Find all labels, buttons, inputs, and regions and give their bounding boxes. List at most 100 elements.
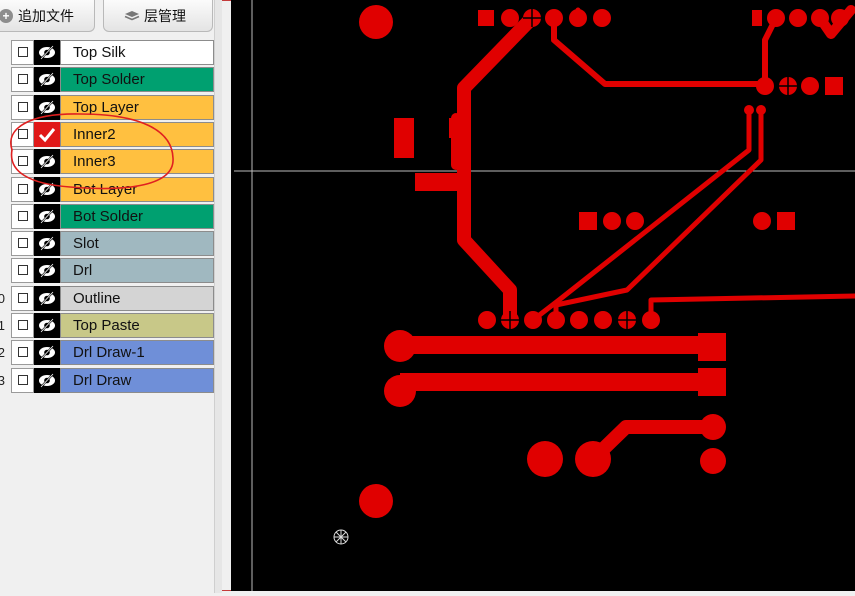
- pad: [698, 368, 726, 396]
- pad: [752, 10, 762, 26]
- layer-checkbox[interactable]: [18, 47, 28, 57]
- layer-checkbox-cell: [11, 176, 34, 202]
- layer-name: Drl Draw: [60, 367, 214, 393]
- eye-icon[interactable]: [34, 176, 60, 202]
- layer-row[interactable]: Bot Layer: [0, 176, 214, 204]
- eye-icon[interactable]: [34, 313, 60, 338]
- layer-row[interactable]: Top Layer: [0, 94, 214, 122]
- layer-name: Top Solder: [60, 67, 214, 93]
- pad: [570, 311, 588, 329]
- pcb-view[interactable]: [231, 0, 855, 591]
- pad: [594, 311, 612, 329]
- layer-name: Top Paste: [60, 313, 214, 338]
- eye-icon[interactable]: [34, 149, 60, 175]
- layer-name: Bot Layer: [60, 176, 214, 202]
- layer-checkbox-cell: [11, 231, 34, 257]
- pad: [753, 212, 771, 230]
- layer-checkbox-cell: [11, 340, 34, 366]
- pad: [825, 77, 843, 95]
- layer-checkbox-cell: [11, 149, 34, 175]
- layer-row[interactable]: Inner3: [0, 149, 214, 176]
- layer-index: 2: [0, 345, 5, 361]
- pad: [394, 118, 414, 158]
- pad: [593, 9, 611, 27]
- eye-icon[interactable]: [34, 231, 60, 257]
- layer-row[interactable]: Top Silk: [0, 40, 214, 67]
- pad: [777, 212, 795, 230]
- layer-checkbox[interactable]: [18, 183, 28, 194]
- pcb-canvas[interactable]: [231, 0, 855, 591]
- layer-checkbox-cell: [11, 67, 34, 93]
- layer-row[interactable]: 1 Top Paste: [0, 313, 214, 340]
- panel-splitter[interactable]: [214, 0, 222, 593]
- layer-checkbox[interactable]: [18, 292, 28, 303]
- eye-icon[interactable]: [34, 94, 60, 120]
- layer-name: Drl Draw-1: [60, 340, 214, 366]
- layer-checkbox-cell: [11, 313, 34, 338]
- layer-manage-label: 层管理: [144, 7, 186, 24]
- eye-icon[interactable]: [34, 340, 60, 366]
- add-file-label: 追加文件: [18, 7, 74, 24]
- layer-checkbox[interactable]: [18, 128, 28, 139]
- layer-name: Top Layer: [60, 94, 214, 120]
- layer-row[interactable]: Inner2: [0, 121, 214, 149]
- add-file-button[interactable]: + 追加文件: [0, 0, 95, 32]
- pad: [359, 5, 393, 39]
- layer-name: Top Silk: [60, 40, 214, 65]
- eye-icon[interactable]: [34, 67, 60, 93]
- layer-row[interactable]: 3 Drl Draw: [0, 367, 214, 395]
- pad: [801, 77, 819, 95]
- pad: [415, 173, 460, 191]
- layer-checkbox-cell: [11, 121, 34, 147]
- pad: [603, 212, 621, 230]
- trace: [400, 373, 700, 391]
- crosshair-cursor-icon: [333, 529, 349, 545]
- eye-icon[interactable]: [34, 285, 60, 311]
- layers-icon: [124, 10, 140, 20]
- eye-icon[interactable]: [34, 40, 60, 65]
- layer-checkbox-cell: [11, 285, 34, 311]
- pad: [478, 311, 496, 329]
- layer-checkbox-cell: [11, 40, 34, 65]
- layer-name: Inner3: [60, 149, 214, 175]
- layer-index: 1: [0, 318, 5, 333]
- layer-checkbox[interactable]: [18, 210, 28, 221]
- plus-circle-icon: +: [0, 8, 13, 23]
- layer-row[interactable]: Top Solder: [0, 67, 214, 94]
- layer-row[interactable]: 0 Outline: [0, 285, 214, 313]
- eye-icon[interactable]: [34, 203, 60, 229]
- trace: [400, 336, 700, 354]
- pad: [626, 212, 644, 230]
- layer-checkbox[interactable]: [18, 238, 28, 249]
- layer-checkbox[interactable]: [18, 74, 28, 85]
- layer-row[interactable]: Drl: [0, 258, 214, 285]
- eye-icon[interactable]: [34, 258, 60, 284]
- layer-index: 0: [0, 290, 5, 306]
- layer-name: Outline: [60, 285, 214, 311]
- layer-name: Slot: [60, 231, 214, 257]
- layer-row[interactable]: Bot Solder: [0, 203, 214, 231]
- pad: [527, 441, 563, 477]
- layer-checkbox-cell: [11, 258, 34, 284]
- layer-index: 3: [0, 372, 5, 388]
- layer-checkbox-cell: [11, 94, 34, 120]
- layer-checkbox-cell: [11, 367, 34, 393]
- layer-panel: + 追加文件 层管理 Top Silk Top Solder Top Layer In…: [0, 0, 221, 593]
- pad: [579, 212, 597, 230]
- pad: [700, 448, 726, 474]
- layer-checkbox[interactable]: [18, 156, 28, 167]
- layer-checkbox[interactable]: [18, 101, 28, 112]
- pad: [478, 10, 494, 26]
- layer-manage-button[interactable]: 层管理: [103, 0, 213, 32]
- layer-checkbox[interactable]: [18, 265, 28, 276]
- layer-row[interactable]: 2 Drl Draw-1: [0, 340, 214, 367]
- layer-name: Inner2: [60, 121, 214, 147]
- layer-checkbox-cell: [11, 203, 34, 229]
- layer-checkbox[interactable]: [18, 320, 28, 330]
- eye-icon[interactable]: [34, 367, 60, 393]
- layer-row[interactable]: Slot: [0, 231, 214, 258]
- layer-checkbox[interactable]: [18, 347, 28, 358]
- eye-icon[interactable]: [34, 121, 60, 147]
- layer-checkbox[interactable]: [18, 374, 28, 385]
- layer-name: Bot Solder: [60, 203, 214, 229]
